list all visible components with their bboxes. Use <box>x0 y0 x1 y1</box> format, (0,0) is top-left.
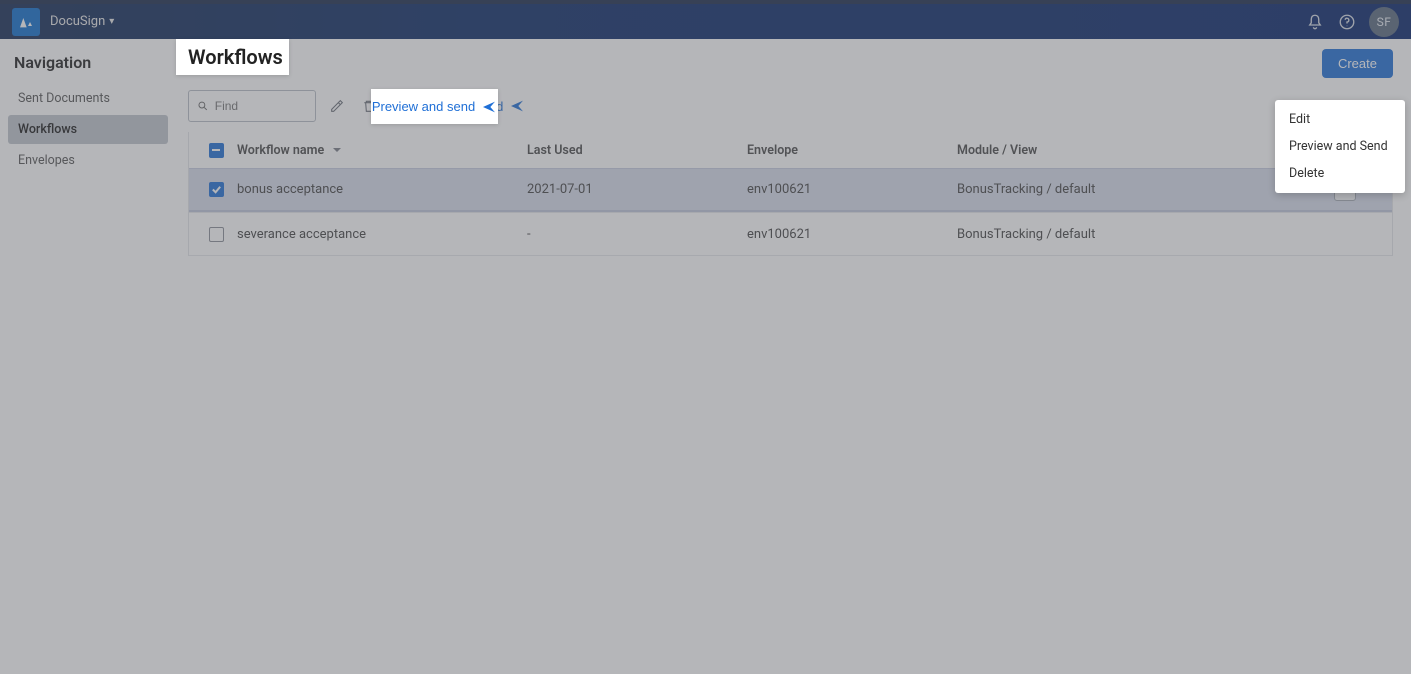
check-icon <box>211 184 222 195</box>
chevron-down-icon <box>332 145 342 155</box>
cell-envelope: env100621 <box>747 227 957 242</box>
cell-module-view: BonusTracking / default <box>957 227 1267 242</box>
col-label: Workflow name <box>237 143 324 158</box>
app-header: DocuSign ▾ SF <box>0 4 1411 39</box>
send-icon <box>509 98 525 114</box>
cell-name: severance acceptance <box>237 227 527 242</box>
user-avatar[interactable]: SF <box>1369 7 1399 37</box>
app-name: DocuSign <box>50 14 105 29</box>
select-all-checkbox[interactable] <box>209 143 224 158</box>
sidebar-item-label: Workflows <box>18 122 77 137</box>
col-workflow-name[interactable]: Workflow name <box>237 143 527 158</box>
tour-highlight-preview: Preview and send <box>371 89 498 124</box>
toolbar: Preview and send <box>188 90 1393 122</box>
bell-icon <box>1306 13 1324 31</box>
search-box[interactable] <box>188 90 316 122</box>
search-icon <box>197 99 209 113</box>
cell-module-view: BonusTracking / default <box>957 182 1267 197</box>
app-switcher[interactable]: DocuSign ▾ <box>50 14 114 29</box>
col-module-view[interactable]: Module / View <box>957 143 1267 158</box>
preview-and-send-button-highlight[interactable]: Preview and send <box>372 99 497 115</box>
sidebar-item-envelopes[interactable]: Envelopes <box>8 146 168 175</box>
ctx-edit[interactable]: Edit <box>1275 106 1405 133</box>
user-initials: SF <box>1377 15 1392 29</box>
edit-button[interactable] <box>326 95 348 117</box>
search-input[interactable] <box>215 99 307 113</box>
logo-icon <box>18 14 34 30</box>
create-button[interactable]: Create <box>1322 49 1393 78</box>
cell-last-used: - <box>527 227 747 242</box>
send-icon <box>481 99 497 115</box>
pencil-icon <box>329 98 345 114</box>
create-button-label: Create <box>1338 56 1377 71</box>
cell-envelope: env100621 <box>747 182 957 197</box>
notifications-button[interactable] <box>1299 6 1331 38</box>
sidebar-item-label: Envelopes <box>18 153 75 168</box>
row-checkbox[interactable] <box>209 227 224 242</box>
col-last-used[interactable]: Last Used <box>527 143 747 158</box>
ctx-delete[interactable]: Delete <box>1275 160 1405 187</box>
table-header: Workflow name Last Used Envelope Module … <box>189 132 1392 168</box>
cell-name: bonus acceptance <box>237 182 527 197</box>
ctx-item-label: Preview and Send <box>1289 139 1388 154</box>
row-context-menu: Edit Preview and Send Delete <box>1275 100 1405 193</box>
app-logo[interactable] <box>12 8 40 36</box>
row-checkbox[interactable] <box>209 182 224 197</box>
workflows-table: Workflow name Last Used Envelope Module … <box>188 132 1393 256</box>
sidebar-item-label: Sent Documents <box>18 91 110 106</box>
ctx-item-label: Delete <box>1289 166 1324 181</box>
main-content: Workflows Create Preview and send <box>176 39 1411 674</box>
help-icon <box>1338 13 1356 31</box>
cell-last-used: 2021-07-01 <box>527 182 747 197</box>
chevron-down-icon: ▾ <box>109 16 114 27</box>
ctx-item-label: Edit <box>1289 112 1310 127</box>
ctx-preview-send[interactable]: Preview and Send <box>1275 133 1405 160</box>
sidebar-item-sent-documents[interactable]: Sent Documents <box>8 84 168 113</box>
col-envelope[interactable]: Envelope <box>747 143 957 158</box>
help-button[interactable] <box>1331 6 1363 38</box>
sidebar-title: Navigation <box>8 53 168 84</box>
table-row[interactable]: bonus acceptance 2021-07-01 env100621 Bo… <box>189 168 1392 212</box>
sidebar-item-workflows[interactable]: Workflows <box>8 115 168 144</box>
sidebar: Navigation Sent Documents Workflows Enve… <box>0 39 176 674</box>
tour-highlight-title: Workflows <box>176 39 289 75</box>
table-row[interactable]: severance acceptance - env100621 BonusTr… <box>189 212 1392 256</box>
